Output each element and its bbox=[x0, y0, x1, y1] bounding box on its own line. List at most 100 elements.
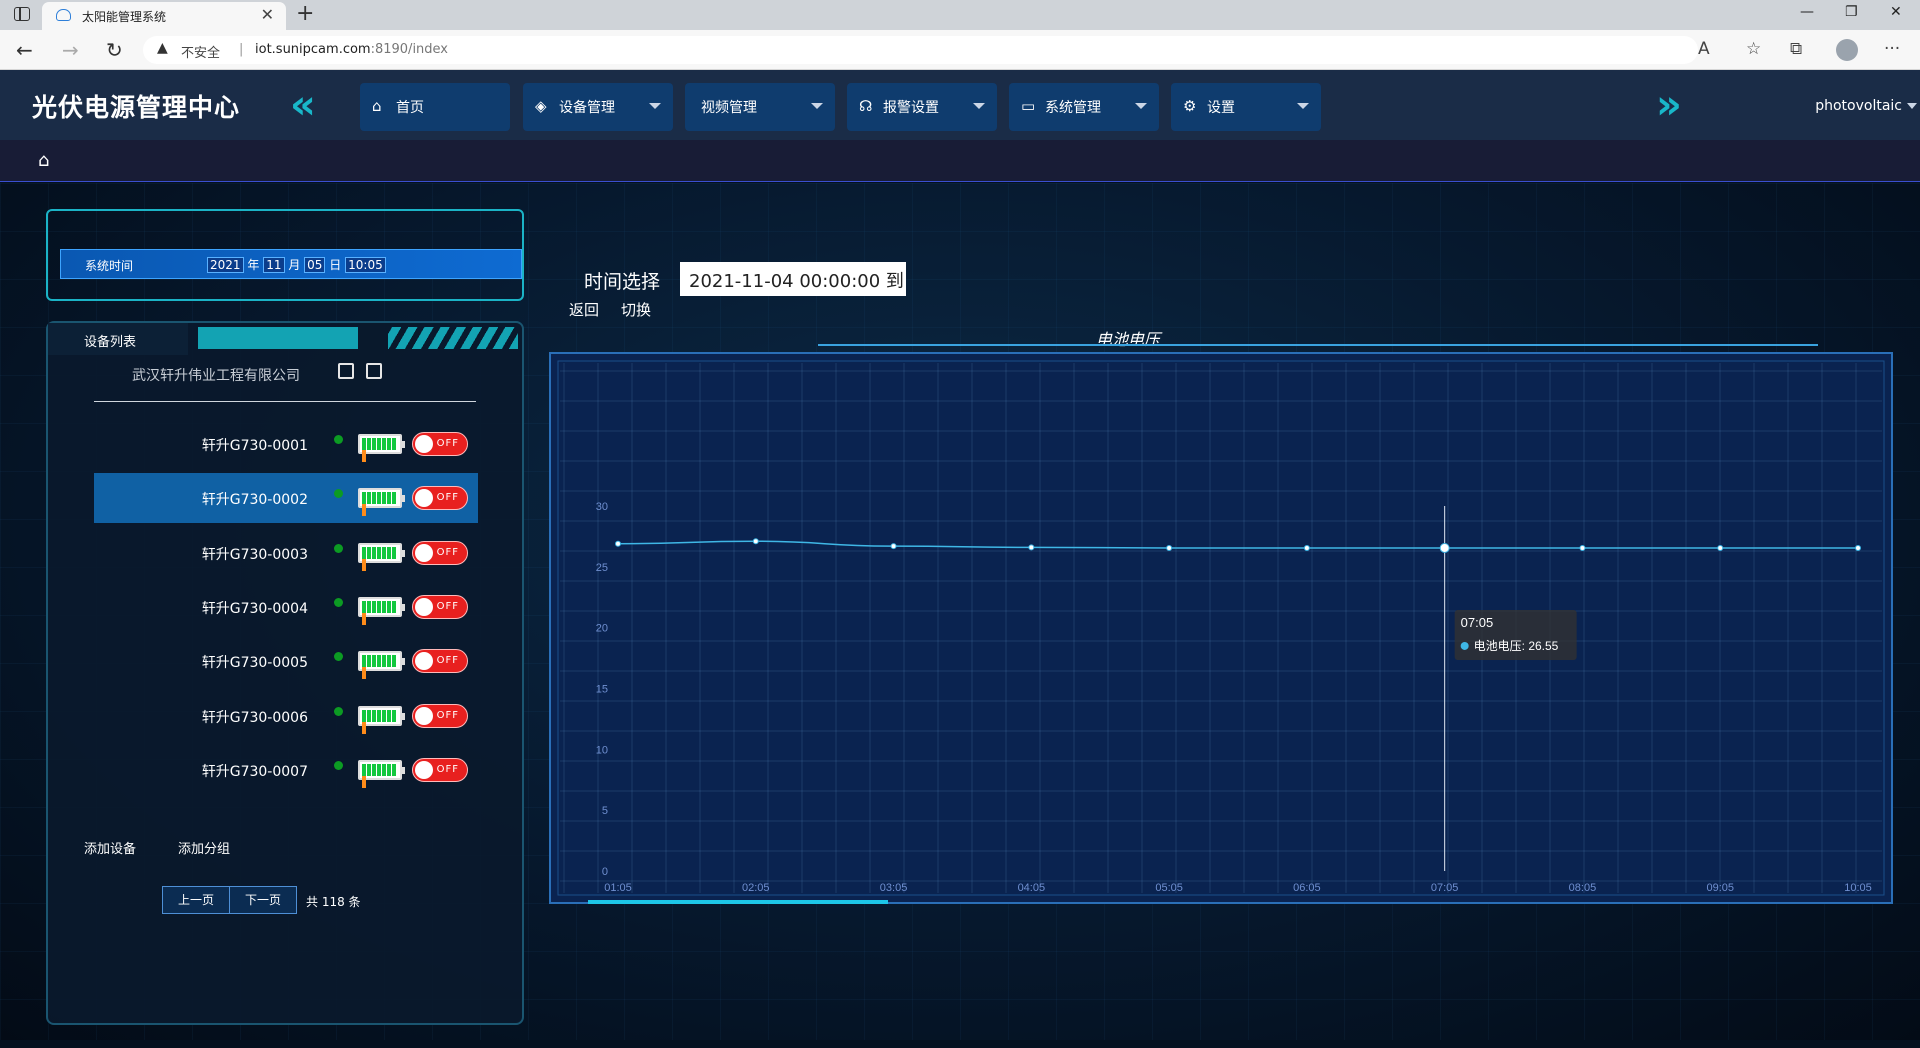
system-time-value: 2021 年 11 月 05 日 10:05 bbox=[207, 256, 386, 273]
toggle-label: OFF bbox=[436, 546, 459, 558]
more-icon[interactable]: ··· bbox=[1884, 39, 1900, 59]
battery-cell bbox=[362, 655, 366, 668]
next-page-button[interactable]: 下一页 bbox=[229, 886, 297, 914]
x-tick-label: 02:05 bbox=[742, 882, 770, 894]
online-status-dot bbox=[334, 489, 343, 499]
battery-cell bbox=[382, 709, 386, 722]
back-button[interactable]: 返回 bbox=[569, 299, 599, 320]
device-row[interactable]: 轩升G730-0006 OFF bbox=[94, 691, 478, 741]
battery-cell bbox=[392, 492, 396, 505]
toggle-knob bbox=[415, 489, 433, 508]
reload-icon[interactable]: ↻ bbox=[106, 38, 123, 62]
power-toggle[interactable]: OFF bbox=[412, 649, 468, 674]
favorites-icon[interactable]: ☆ bbox=[1746, 39, 1761, 59]
forward-arrow-icon[interactable]: → bbox=[62, 38, 79, 62]
battery-cell bbox=[372, 438, 376, 450]
battery-icon bbox=[358, 596, 405, 625]
device-row[interactable]: 轩升G730-0005 OFF bbox=[94, 636, 478, 686]
close-window-button[interactable]: ✕ bbox=[1890, 4, 1902, 20]
battery-icon bbox=[358, 651, 405, 680]
day-value: 05 bbox=[304, 257, 326, 273]
switch-button[interactable]: 切换 bbox=[621, 299, 651, 320]
tab-close-icon[interactable]: ✕ bbox=[261, 5, 274, 24]
battery-cell bbox=[367, 546, 371, 559]
nav-device-management[interactable]: ◈ 设备管理 bbox=[523, 83, 673, 131]
year-value: 2021 bbox=[207, 257, 244, 273]
online-status-dot bbox=[334, 652, 343, 662]
chevron-down-icon bbox=[1297, 103, 1309, 109]
add-device-button[interactable]: 添加设备 bbox=[84, 838, 136, 857]
y-tick-label: 5 bbox=[602, 805, 608, 817]
battery-cell bbox=[362, 546, 366, 559]
battery-cell bbox=[392, 655, 396, 668]
power-toggle[interactable]: OFF bbox=[412, 540, 468, 565]
user-menu[interactable]: photovoltaic bbox=[1815, 98, 1902, 114]
tab-actions-icon[interactable] bbox=[14, 7, 30, 21]
nav-video-management[interactable]: 视频管理 bbox=[685, 83, 835, 131]
new-tab-button[interactable]: + bbox=[296, 1, 314, 26]
device-list-title: 设备列表 bbox=[84, 335, 137, 350]
url-separator: | bbox=[239, 42, 244, 57]
power-toggle[interactable]: OFF bbox=[412, 594, 468, 619]
total-count: 共 118 条 bbox=[306, 895, 361, 909]
nav-alarm-settings[interactable]: ☊ 报警设置 bbox=[847, 83, 997, 131]
expand-right-icon[interactable]: » bbox=[1656, 85, 1682, 125]
url-field[interactable]: ▲ 不安全 | iot.sunipcam.com:8190/index bbox=[143, 36, 1698, 64]
collections-icon[interactable]: ⧉ bbox=[1790, 39, 1802, 59]
battery-cell bbox=[362, 558, 366, 571]
device-name: 轩升G730-0004 bbox=[201, 600, 308, 617]
breadcrumb: ⌂ bbox=[0, 140, 1920, 182]
battery-cell bbox=[362, 492, 366, 505]
collapse-left-icon[interactable]: « bbox=[290, 85, 316, 125]
device-row[interactable]: 轩升G730-0003 OFF bbox=[94, 528, 478, 578]
data-point bbox=[752, 538, 759, 545]
power-toggle[interactable]: OFF bbox=[412, 432, 468, 456]
cloud-icon bbox=[56, 9, 71, 21]
prev-page-button[interactable]: 上一页 bbox=[162, 886, 230, 914]
battery-cell bbox=[362, 721, 366, 734]
profile-avatar[interactable] bbox=[1836, 39, 1858, 61]
device-row[interactable]: 轩升G730-0001 OFF bbox=[94, 419, 478, 469]
brand-title: 光伏电源管理中心 bbox=[32, 93, 241, 122]
battery-cell bbox=[362, 612, 366, 625]
battery-cell bbox=[382, 546, 386, 559]
battery-cell bbox=[362, 600, 366, 613]
edit-icon[interactable] bbox=[338, 363, 354, 379]
time-range-input[interactable]: 2021-11-04 00:00:00 到 bbox=[680, 262, 906, 296]
nav-home[interactable]: ⌂ 首页 bbox=[360, 83, 510, 131]
toggle-knob bbox=[415, 760, 433, 779]
back-arrow-icon[interactable]: ← bbox=[16, 38, 33, 62]
company-name[interactable]: 武汉轩升伟业工程有限公司 bbox=[132, 365, 300, 385]
device-row[interactable]: 轩升G730-0007 OFF bbox=[94, 745, 478, 795]
power-toggle[interactable]: OFF bbox=[412, 703, 468, 728]
chevron-down-icon bbox=[811, 103, 823, 109]
nav-settings[interactable]: ⚙ 设置 bbox=[1171, 83, 1321, 131]
device-row[interactable]: 轩升G730-0002 OFF bbox=[94, 473, 478, 524]
toggle-label: OFF bbox=[436, 655, 459, 667]
add-group-button[interactable]: 添加分组 bbox=[178, 838, 230, 857]
home-icon[interactable]: ⌂ bbox=[38, 150, 49, 171]
battery-cell bbox=[392, 709, 396, 722]
read-aloud-icon[interactable]: A bbox=[1698, 39, 1710, 59]
battery-cell bbox=[372, 763, 376, 776]
delete-icon[interactable] bbox=[366, 363, 382, 379]
x-tick-label: 03:05 bbox=[880, 882, 908, 894]
battery-icon bbox=[358, 542, 405, 571]
power-toggle[interactable]: OFF bbox=[412, 757, 468, 782]
restore-button[interactable]: ❐ bbox=[1845, 4, 1858, 20]
browser-tab[interactable]: 太阳能管理系统 ✕ bbox=[42, 2, 286, 30]
device-list-tab: 设备列表 bbox=[48, 323, 188, 355]
y-tick-label: 30 bbox=[596, 501, 608, 513]
battery-icon bbox=[358, 434, 405, 462]
battery-cell bbox=[372, 546, 376, 559]
battery-cell bbox=[377, 655, 381, 668]
toggle-knob bbox=[415, 435, 433, 453]
battery-cell bbox=[372, 600, 376, 613]
system-time-panel: 系统时间 2021 年 11 月 05 日 10:05 bbox=[46, 209, 524, 301]
minimize-button[interactable]: — bbox=[1800, 4, 1814, 20]
battery-cell bbox=[382, 655, 386, 668]
power-toggle[interactable]: OFF bbox=[412, 486, 468, 511]
nav-system-management[interactable]: ▭ 系统管理 bbox=[1009, 83, 1159, 131]
cube-icon: ◈ bbox=[535, 97, 547, 115]
device-row[interactable]: 轩升G730-0004 OFF bbox=[94, 582, 478, 632]
